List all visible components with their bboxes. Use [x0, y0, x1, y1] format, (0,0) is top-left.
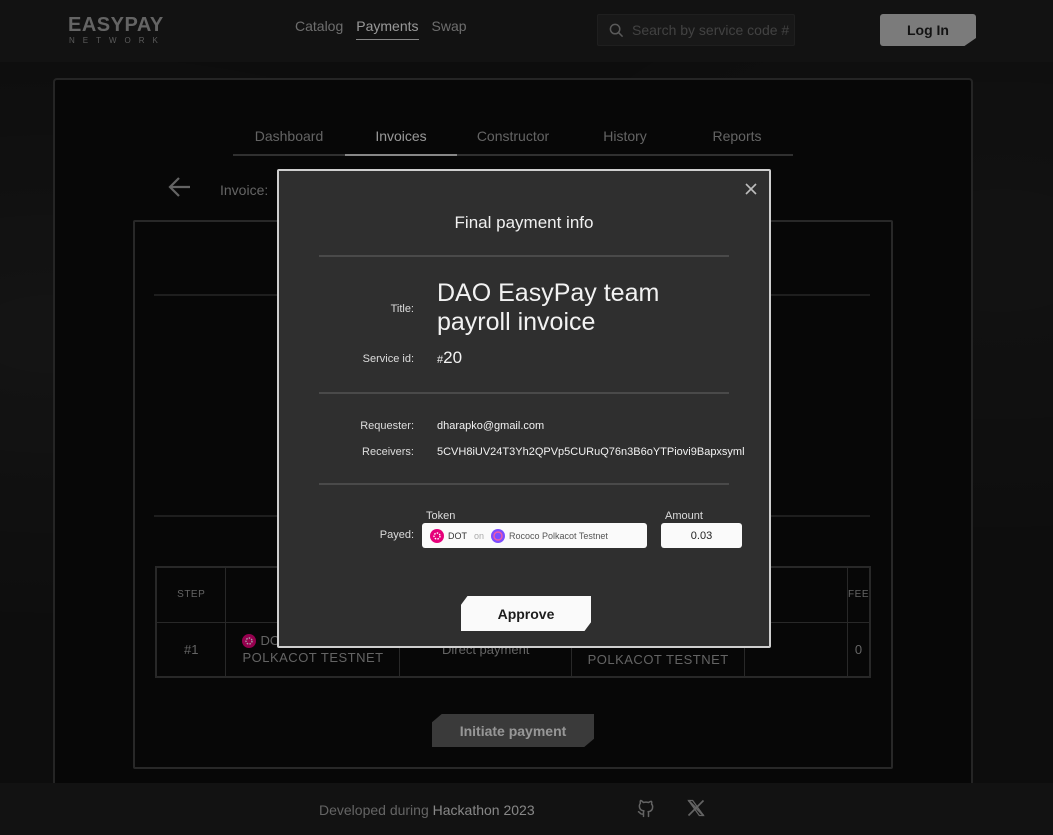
- token-network: Rococo Polkacot Testnet: [509, 530, 608, 541]
- polkadot-icon: [430, 528, 444, 543]
- amount-caption: Amount: [665, 510, 703, 522]
- divider: [319, 255, 729, 257]
- close-icon[interactable]: [745, 183, 757, 195]
- approve-button[interactable]: Approve: [461, 596, 591, 631]
- requester-value: dharapko@gmail.com: [437, 420, 545, 432]
- token-caption: Token: [426, 510, 456, 522]
- service-id-value: #20: [437, 348, 463, 367]
- amount-field[interactable]: [661, 523, 742, 548]
- payed-label: Payed:: [379, 529, 414, 541]
- modal-title: Final payment info: [454, 213, 594, 232]
- token-selector[interactable]: DOT on Rococo Polkacot Testnet: [422, 523, 647, 548]
- title-value: DAO EasyPay team payroll invoice: [437, 279, 660, 336]
- requester-label: Requester:: [360, 420, 414, 432]
- token-on-label: on: [474, 530, 485, 541]
- token-symbol: DOT: [448, 530, 467, 541]
- divider: [319, 392, 729, 394]
- final-payment-modal: Final payment info Title: DAO EasyPay te…: [277, 169, 771, 648]
- title-label: Title:: [390, 303, 414, 315]
- receivers-value: 5CVH8iUV24T3Yh2QPVp5CURuQ76n3B6oYTPiovi9…: [437, 446, 745, 458]
- divider: [319, 483, 729, 485]
- rococo-network-icon: [491, 528, 506, 543]
- receivers-label: Receivers:: [362, 446, 414, 458]
- service-id-label: Service id:: [362, 353, 414, 365]
